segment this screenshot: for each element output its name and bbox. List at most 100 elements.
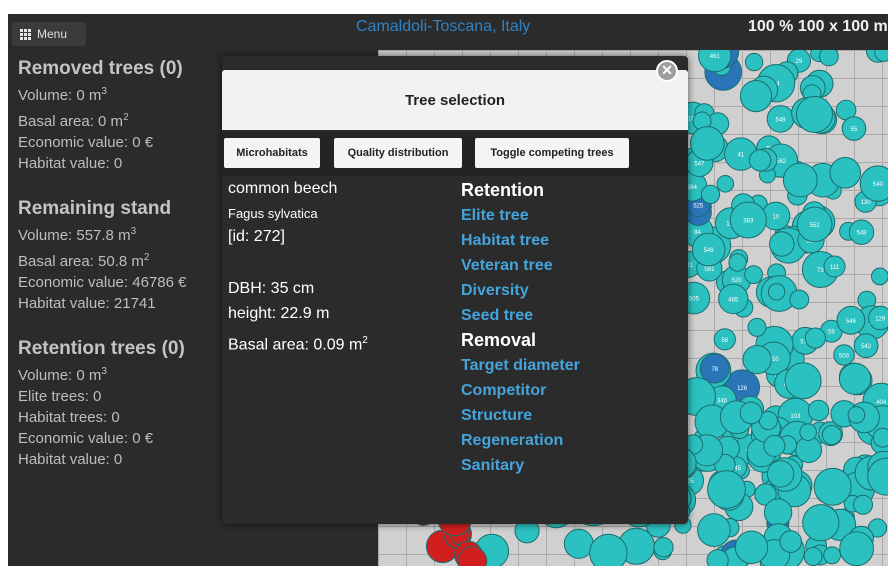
removal-heading: Removal: [461, 330, 537, 350]
microhabitats-button[interactable]: Microhabitats: [224, 138, 320, 168]
tree-label: 404: [876, 400, 887, 406]
tree-label: 111: [830, 265, 840, 271]
option-structure[interactable]: Structure: [461, 403, 681, 428]
tree-canopy[interactable]: [847, 406, 866, 424]
tree-canopy[interactable]: [799, 423, 817, 442]
option-elite-tree[interactable]: Elite tree: [461, 203, 681, 228]
tree-canopy[interactable]: [728, 253, 747, 272]
tree-basal-area: Basal area: 0.09 m2: [228, 335, 368, 354]
tree-canopy[interactable]: [739, 79, 773, 113]
tree-canopy[interactable]: [747, 317, 767, 337]
tree-canopy[interactable]: [742, 345, 772, 375]
app-window: 4445474610914381225042848948411261729113…: [8, 14, 888, 566]
retention-heading: Retention: [461, 180, 544, 200]
tree-canopy[interactable]: [804, 327, 826, 349]
tree-canopy[interactable]: [707, 470, 746, 509]
tree-label: 73: [817, 268, 824, 274]
tree-label: 584: [687, 185, 698, 191]
tree-canopy[interactable]: [784, 362, 822, 400]
dialog-toolbar: Microhabitats Quality distribution Toggl…: [222, 132, 688, 176]
tree-label: 10: [773, 215, 780, 221]
tree-canopy[interactable]: [779, 530, 803, 553]
tree-canopy[interactable]: [838, 362, 872, 395]
top-bar: Menu Camaldoli-Toscana, Italy 100 % 100 …: [8, 14, 888, 50]
tree-label: 546: [846, 319, 857, 325]
tree-canopy[interactable]: [690, 126, 725, 161]
tree-label: 29: [796, 59, 803, 65]
tree-label: 346: [717, 399, 728, 405]
tree-latin-name: Fagus sylvatica: [228, 206, 318, 221]
tree-label: 549: [704, 248, 715, 254]
option-habitat-tree[interactable]: Habitat tree: [461, 228, 681, 253]
option-competitor[interactable]: Competitor: [461, 378, 681, 403]
tree-canopy[interactable]: [716, 175, 735, 193]
tree-canopy[interactable]: [823, 546, 842, 565]
tree-canopy[interactable]: [763, 434, 786, 457]
tree-label: 55: [851, 127, 858, 133]
tree-canopy[interactable]: [819, 50, 839, 67]
menu-button[interactable]: Menu: [12, 22, 86, 46]
tree-canopy[interactable]: [839, 531, 874, 566]
tree-canopy[interactable]: [700, 184, 721, 204]
tree-label: 540: [873, 182, 884, 188]
tree-canopy[interactable]: [706, 549, 729, 566]
tree-label: 505: [689, 297, 700, 303]
tree-canopy[interactable]: [744, 265, 764, 285]
tree-canopy[interactable]: [744, 52, 764, 72]
tree-canopy[interactable]: [796, 95, 833, 133]
tree-canopy[interactable]: [763, 498, 793, 527]
option-veteran-tree[interactable]: Veteran tree: [461, 253, 681, 278]
tree-canopy[interactable]: [829, 157, 862, 189]
tree-canopy[interactable]: [748, 149, 772, 172]
tree-canopy[interactable]: [653, 537, 674, 558]
tree-label: 520: [731, 278, 742, 284]
tree-canopy[interactable]: [872, 427, 888, 448]
tree-label: 485: [728, 297, 739, 303]
tree-label: 461: [710, 54, 721, 60]
tree-label: 41: [737, 153, 744, 159]
tree-label: 548: [856, 231, 867, 237]
option-sanitary[interactable]: Sanitary: [461, 453, 681, 478]
option-target-diameter[interactable]: Target diameter: [461, 353, 681, 378]
selection-options: Retention Elite tree Habitat tree Vetera…: [461, 178, 681, 478]
tree-height: height: 22.9 m: [228, 305, 330, 322]
option-diversity[interactable]: Diversity: [461, 278, 681, 303]
grid-icon: [20, 28, 31, 40]
tree-label: 542: [861, 344, 872, 350]
tree-label: 503: [839, 353, 850, 359]
tree-label: 59: [828, 330, 835, 336]
tree-canopy[interactable]: [813, 467, 852, 506]
tree-canopy[interactable]: [853, 494, 873, 515]
tree-canopy[interactable]: [697, 513, 731, 547]
option-regeneration[interactable]: Regeneration: [461, 428, 681, 453]
tree-canopy[interactable]: [563, 528, 594, 559]
tree-label: 581: [704, 267, 715, 273]
tree-canopy[interactable]: [821, 425, 842, 445]
option-seed-tree[interactable]: Seed tree: [461, 303, 681, 328]
tree-canopy[interactable]: [739, 401, 763, 425]
tree-label: 525: [693, 203, 704, 209]
tree-label: 58: [721, 338, 728, 344]
tree-canopy[interactable]: [803, 547, 823, 566]
tree-label: 78: [711, 367, 718, 373]
tree-canopy[interactable]: [782, 162, 818, 198]
quality-distribution-button[interactable]: Quality distribution: [334, 138, 462, 168]
tree-label: 562: [776, 159, 787, 165]
toggle-competing-trees-button[interactable]: Toggle competing trees: [475, 138, 629, 168]
tree-label: 548: [775, 117, 786, 123]
tree-canopy[interactable]: [769, 231, 795, 257]
close-icon[interactable]: ✕: [656, 60, 678, 82]
tree-canopy[interactable]: [807, 399, 830, 422]
tree-canopy[interactable]: [789, 289, 810, 310]
tree-canopy[interactable]: [871, 267, 888, 286]
tree-canopy[interactable]: [766, 460, 795, 488]
tree-canopy[interactable]: [767, 283, 786, 301]
tree-dbh: DBH: 35 cm: [228, 280, 315, 297]
tree-label: 130: [861, 200, 872, 206]
tree-canopy[interactable]: [802, 504, 840, 542]
site-title: Camaldoli-Toscana, Italy: [356, 18, 531, 35]
tree-label: 547: [694, 162, 705, 168]
tree-canopy[interactable]: [589, 533, 628, 566]
tree-canopy[interactable]: [734, 530, 769, 564]
tree-id: [id: 272]: [228, 228, 285, 245]
